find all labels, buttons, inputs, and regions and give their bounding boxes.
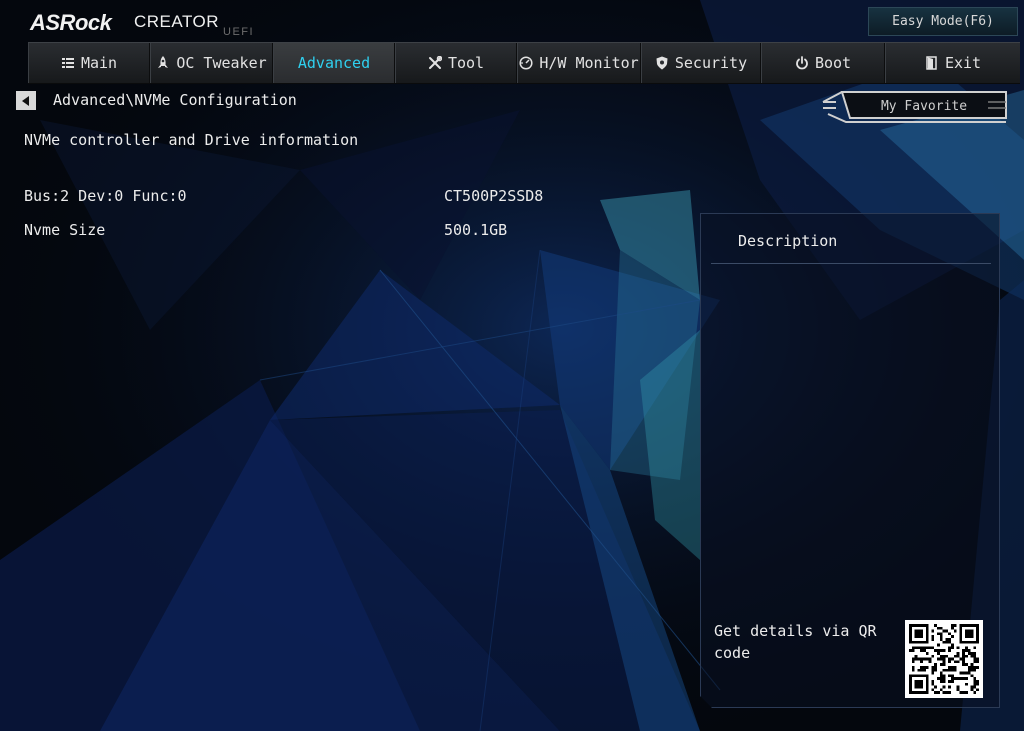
easy-mode-button[interactable]: Easy Mode(F6) [868, 7, 1018, 36]
tab-oc-tweaker[interactable]: OC Tweaker [150, 43, 273, 83]
asrock-logo: ASRock [30, 10, 112, 35]
back-button[interactable] [16, 91, 36, 110]
tab-main-label: Main [80, 54, 118, 72]
list-icon [61, 56, 75, 70]
my-favorite-button[interactable]: My Favorite [820, 88, 1010, 126]
tab-main[interactable]: Main [28, 43, 150, 83]
section-heading: NVMe controller and Drive information [24, 131, 359, 149]
tab-oc-tweaker-label: OC Tweaker [176, 54, 267, 72]
info-row-label: Bus:2 Dev:0 Func:0 [24, 187, 187, 205]
tab-boot[interactable]: Boot [761, 43, 885, 83]
tab-advanced[interactable]: Advanced [273, 43, 395, 83]
monitor-dial-icon [519, 56, 533, 70]
exit-door-icon [925, 56, 939, 70]
tab-security[interactable]: Security [641, 43, 761, 83]
info-row-value: 500.1GB [444, 221, 508, 239]
qr-caption: Get details via QR code [714, 622, 877, 662]
tab-tool[interactable]: Tool [395, 43, 517, 83]
brand-logo: ASRock CREATOR UEFI [30, 8, 270, 42]
tab-advanced-label: Advanced [297, 54, 371, 72]
description-title: Description [738, 232, 838, 250]
tab-hw-monitor[interactable]: H/W Monitor [517, 43, 641, 83]
triangle-left-icon [22, 95, 29, 106]
info-row-value: CT500P2SSD8 [444, 187, 544, 205]
tab-exit[interactable]: Exit [885, 43, 1020, 83]
rocket-icon [156, 56, 170, 70]
tab-hw-monitor-label: H/W Monitor [539, 54, 639, 72]
tab-exit-label: Exit [944, 54, 982, 72]
product-name: CREATOR [134, 12, 220, 31]
description-panel: Description Get details via QR code [700, 213, 1000, 708]
tab-security-label: Security [674, 54, 748, 72]
info-row-nvme-size[interactable]: Nvme Size 500.1GB [24, 221, 664, 247]
tools-icon [428, 56, 442, 70]
info-row-bus[interactable]: Bus:2 Dev:0 Func:0 CT500P2SSD8 [24, 187, 664, 213]
tab-boot-label: Boot [814, 54, 852, 72]
power-icon [795, 56, 809, 70]
tab-tool-label: Tool [447, 54, 485, 72]
qr-code-icon [905, 620, 983, 698]
my-favorite-label: My Favorite [880, 98, 968, 114]
info-row-label: Nvme Size [24, 221, 106, 239]
description-divider [711, 263, 991, 264]
uefi-label: UEFI [223, 26, 255, 38]
breadcrumb: Advanced\NVMe Configuration [53, 91, 297, 109]
shield-icon [655, 56, 669, 70]
main-tab-bar: Main OC Tweaker Advanced Tool H/W Monito… [28, 42, 1020, 84]
